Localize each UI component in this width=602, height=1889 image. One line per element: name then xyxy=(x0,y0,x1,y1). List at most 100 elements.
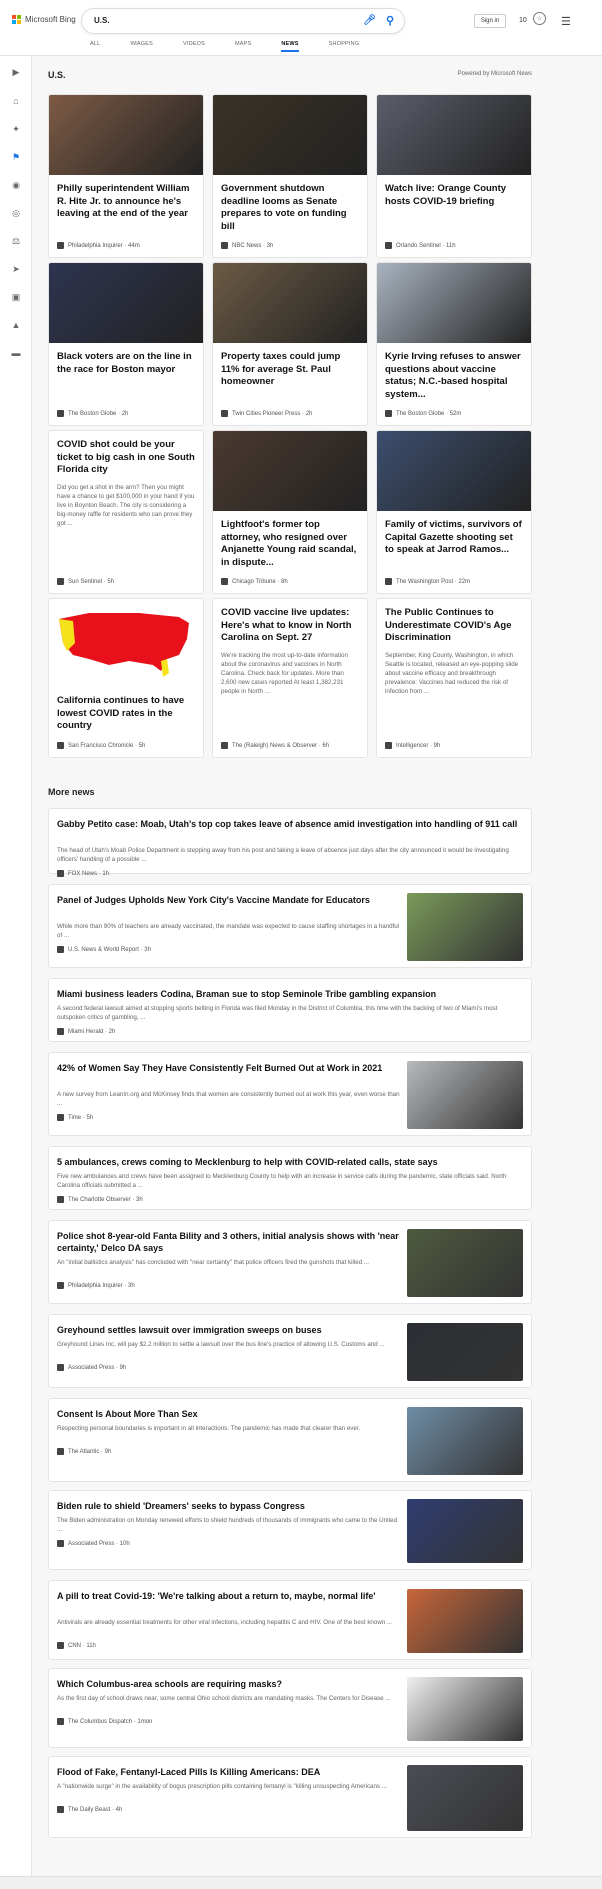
news-title[interactable]: Biden rule to shield 'Dreamers' seeks to… xyxy=(57,1500,401,1512)
news-snippet: A "nationwide surge" in the availability… xyxy=(57,1783,387,1790)
trophy-icon[interactable]: ☆ xyxy=(533,12,546,25)
card-title[interactable]: California continues to have lowest COVI… xyxy=(49,687,203,733)
source-logo-icon xyxy=(385,410,392,417)
card-title[interactable]: Lightfoot's former top attorney, who res… xyxy=(213,511,367,569)
card-image xyxy=(377,95,531,175)
news-title[interactable]: Miami business leaders Codina, Braman su… xyxy=(57,988,523,1000)
news-thumbnail[interactable] xyxy=(407,1229,523,1297)
more-news-item[interactable]: Greyhound settles lawsuit over immigrati… xyxy=(48,1314,532,1388)
more-news-item[interactable]: Miami business leaders Codina, Braman su… xyxy=(48,978,532,1042)
news-card[interactable]: Government shutdown deadline looms as Se… xyxy=(212,94,368,258)
news-title[interactable]: Consent Is About More Than Sex xyxy=(57,1408,401,1420)
news-card[interactable]: Philly superintendent William R. Hite Jr… xyxy=(48,94,204,258)
location-icon[interactable]: ◉ xyxy=(11,180,21,191)
source-logo-icon xyxy=(57,742,64,749)
rewards-count[interactable]: 10 xyxy=(519,17,527,24)
news-title[interactable]: 42% of Women Say They Have Consistently … xyxy=(57,1062,401,1074)
news-thumbnail[interactable] xyxy=(407,1765,523,1831)
news-card[interactable]: Property taxes could jump 11% for averag… xyxy=(212,262,368,426)
news-title[interactable]: A pill to treat Covid-19: 'We're talking… xyxy=(57,1590,401,1602)
sign-in-button[interactable]: Sign in xyxy=(474,14,506,28)
brand-name: Microsoft Bing xyxy=(25,15,76,24)
news-thumbnail[interactable] xyxy=(407,1499,523,1563)
globe-icon[interactable]: ◎ xyxy=(11,208,21,219)
news-card[interactable]: Watch live: Orange County hosts COVID-19… xyxy=(376,94,532,258)
more-news-item[interactable]: Panel of Judges Upholds New York City's … xyxy=(48,884,532,968)
more-news-item[interactable]: 5 ambulances, crews coming to Mecklenbur… xyxy=(48,1146,532,1210)
more-news-item[interactable]: Flood of Fake, Fentanyl-Laced Pills Is K… xyxy=(48,1756,532,1838)
microscope-icon[interactable]: ⚖ xyxy=(11,236,21,247)
news-card[interactable]: COVID shot could be your ticket to big c… xyxy=(48,430,204,594)
source-logo-icon xyxy=(385,242,392,249)
film-icon[interactable]: ▣ xyxy=(11,292,21,303)
microphone-icon[interactable]: 🎤︎ xyxy=(363,15,376,26)
news-card[interactable]: California continues to have lowest COVI… xyxy=(48,598,204,758)
more-news-item[interactable]: Gabby Petito case: Moab, Utah's top cop … xyxy=(48,808,532,877)
search-icon[interactable]: ⚲ xyxy=(386,14,394,27)
news-thumbnail[interactable] xyxy=(407,1589,523,1653)
card-title[interactable]: Philly superintendent William R. Hite Jr… xyxy=(49,175,203,221)
card-title[interactable]: Kyrie Irving refuses to answer questions… xyxy=(377,343,531,401)
more-news-item[interactable]: 42% of Women Say They Have Consistently … xyxy=(48,1052,532,1136)
news-source: The Daily Beast · 4h xyxy=(57,1806,122,1813)
search-input[interactable]: U.S. 🎤︎ ⚲ xyxy=(82,9,404,33)
card-source: Orlando Sentinel · 11h xyxy=(385,242,456,249)
tab-all[interactable]: ALL xyxy=(90,41,100,52)
card-source: Intelligencer · 9h xyxy=(385,742,440,749)
news-snippet: A new survey from LeanIn.org and McKinse… xyxy=(57,1091,400,1107)
chevron-right-icon[interactable]: ▶ xyxy=(11,67,21,78)
card-title[interactable]: The Public Continues to Underestimate CO… xyxy=(377,599,531,645)
more-news-item[interactable]: Consent Is About More Than Sex Respecting… xyxy=(48,1398,532,1482)
source-logo-icon xyxy=(57,242,64,249)
news-title[interactable]: Greyhound settles lawsuit over immigrati… xyxy=(57,1324,401,1336)
news-card[interactable]: Lightfoot's former top attorney, who res… xyxy=(212,430,368,594)
tab-images[interactable]: IMAGES xyxy=(130,41,153,52)
tab-videos[interactable]: VIDEOS xyxy=(183,41,205,52)
more-news-item[interactable]: Biden rule to shield 'Dreamers' seeks to… xyxy=(48,1490,532,1570)
news-card[interactable]: Black voters are on the line in the race… xyxy=(48,262,204,426)
news-thumbnail[interactable] xyxy=(407,1323,523,1381)
bank-icon[interactable]: ▲ xyxy=(11,320,21,330)
bing-logo[interactable]: Microsoft Bing xyxy=(12,15,76,24)
source-logo-icon xyxy=(57,1806,64,1813)
news-thumbnail[interactable] xyxy=(407,1061,523,1129)
news-card[interactable]: The Public Continues to Underestimate CO… xyxy=(376,598,532,758)
news-card[interactable]: Family of victims, survivors of Capital … xyxy=(376,430,532,594)
news-title[interactable]: Which Columbus-area schools are requirin… xyxy=(57,1678,401,1690)
source-text: The Daily Beast · 4h xyxy=(68,1806,123,1813)
news-title[interactable]: Flood of Fake, Fentanyl-Laced Pills Is K… xyxy=(57,1766,401,1778)
more-news-item[interactable]: Police shot 8-year-old Fanta Bility and … xyxy=(48,1220,532,1304)
tab-news[interactable]: NEWS xyxy=(281,41,299,52)
news-title[interactable]: Panel of Judges Upholds New York City's … xyxy=(57,894,401,906)
powered-by-label: Powered by Microsoft News xyxy=(457,71,532,77)
credit-card-icon[interactable]: ▬ xyxy=(11,348,21,358)
card-title[interactable]: Government shutdown deadline looms as Se… xyxy=(213,175,367,233)
card-snippet: September, King County, Washington, in w… xyxy=(385,651,519,695)
card-title[interactable]: Family of victims, survivors of Capital … xyxy=(377,511,531,557)
source-text: The Atlantic · 9h xyxy=(68,1448,112,1455)
news-thumbnail[interactable] xyxy=(407,1677,523,1741)
tab-shopping[interactable]: SHOPPING xyxy=(329,41,360,52)
card-title[interactable]: Property taxes could jump 11% for averag… xyxy=(213,343,367,389)
more-news-item[interactable]: A pill to treat Covid-19: 'We're talking… xyxy=(48,1580,532,1660)
news-title[interactable]: 5 ambulances, crews coming to Mecklenbur… xyxy=(57,1156,523,1168)
card-title[interactable]: Black voters are on the line in the race… xyxy=(49,343,203,376)
source-logo-icon xyxy=(57,1540,64,1547)
news-thumbnail[interactable] xyxy=(407,893,523,961)
news-card[interactable]: COVID vaccine live updates: Here's what … xyxy=(212,598,368,758)
more-news-item[interactable]: Which Columbus-area schools are requirin… xyxy=(48,1668,532,1748)
home-icon[interactable]: ⌂ xyxy=(11,96,21,106)
rocket-icon[interactable]: ➤ xyxy=(11,264,21,275)
news-title[interactable]: Gabby Petito case: Moab, Utah's top cop … xyxy=(57,818,523,830)
source-text: The Boston Globe · 52m xyxy=(396,410,462,417)
card-title[interactable]: COVID shot could be your ticket to big c… xyxy=(49,431,203,477)
news-thumbnail[interactable] xyxy=(407,1407,523,1475)
flag-icon[interactable]: ⚑ xyxy=(11,152,21,163)
tab-maps[interactable]: MAPS xyxy=(235,41,251,52)
hamburger-menu-icon[interactable]: ☰ xyxy=(561,15,571,28)
news-card[interactable]: Kyrie Irving refuses to answer questions… xyxy=(376,262,532,426)
news-title[interactable]: Police shot 8-year-old Fanta Bility and … xyxy=(57,1230,401,1254)
sparkle-icon[interactable]: ✦ xyxy=(11,124,21,135)
card-title[interactable]: COVID vaccine live updates: Here's what … xyxy=(213,599,367,645)
card-title[interactable]: Watch live: Orange County hosts COVID-19… xyxy=(377,175,531,208)
